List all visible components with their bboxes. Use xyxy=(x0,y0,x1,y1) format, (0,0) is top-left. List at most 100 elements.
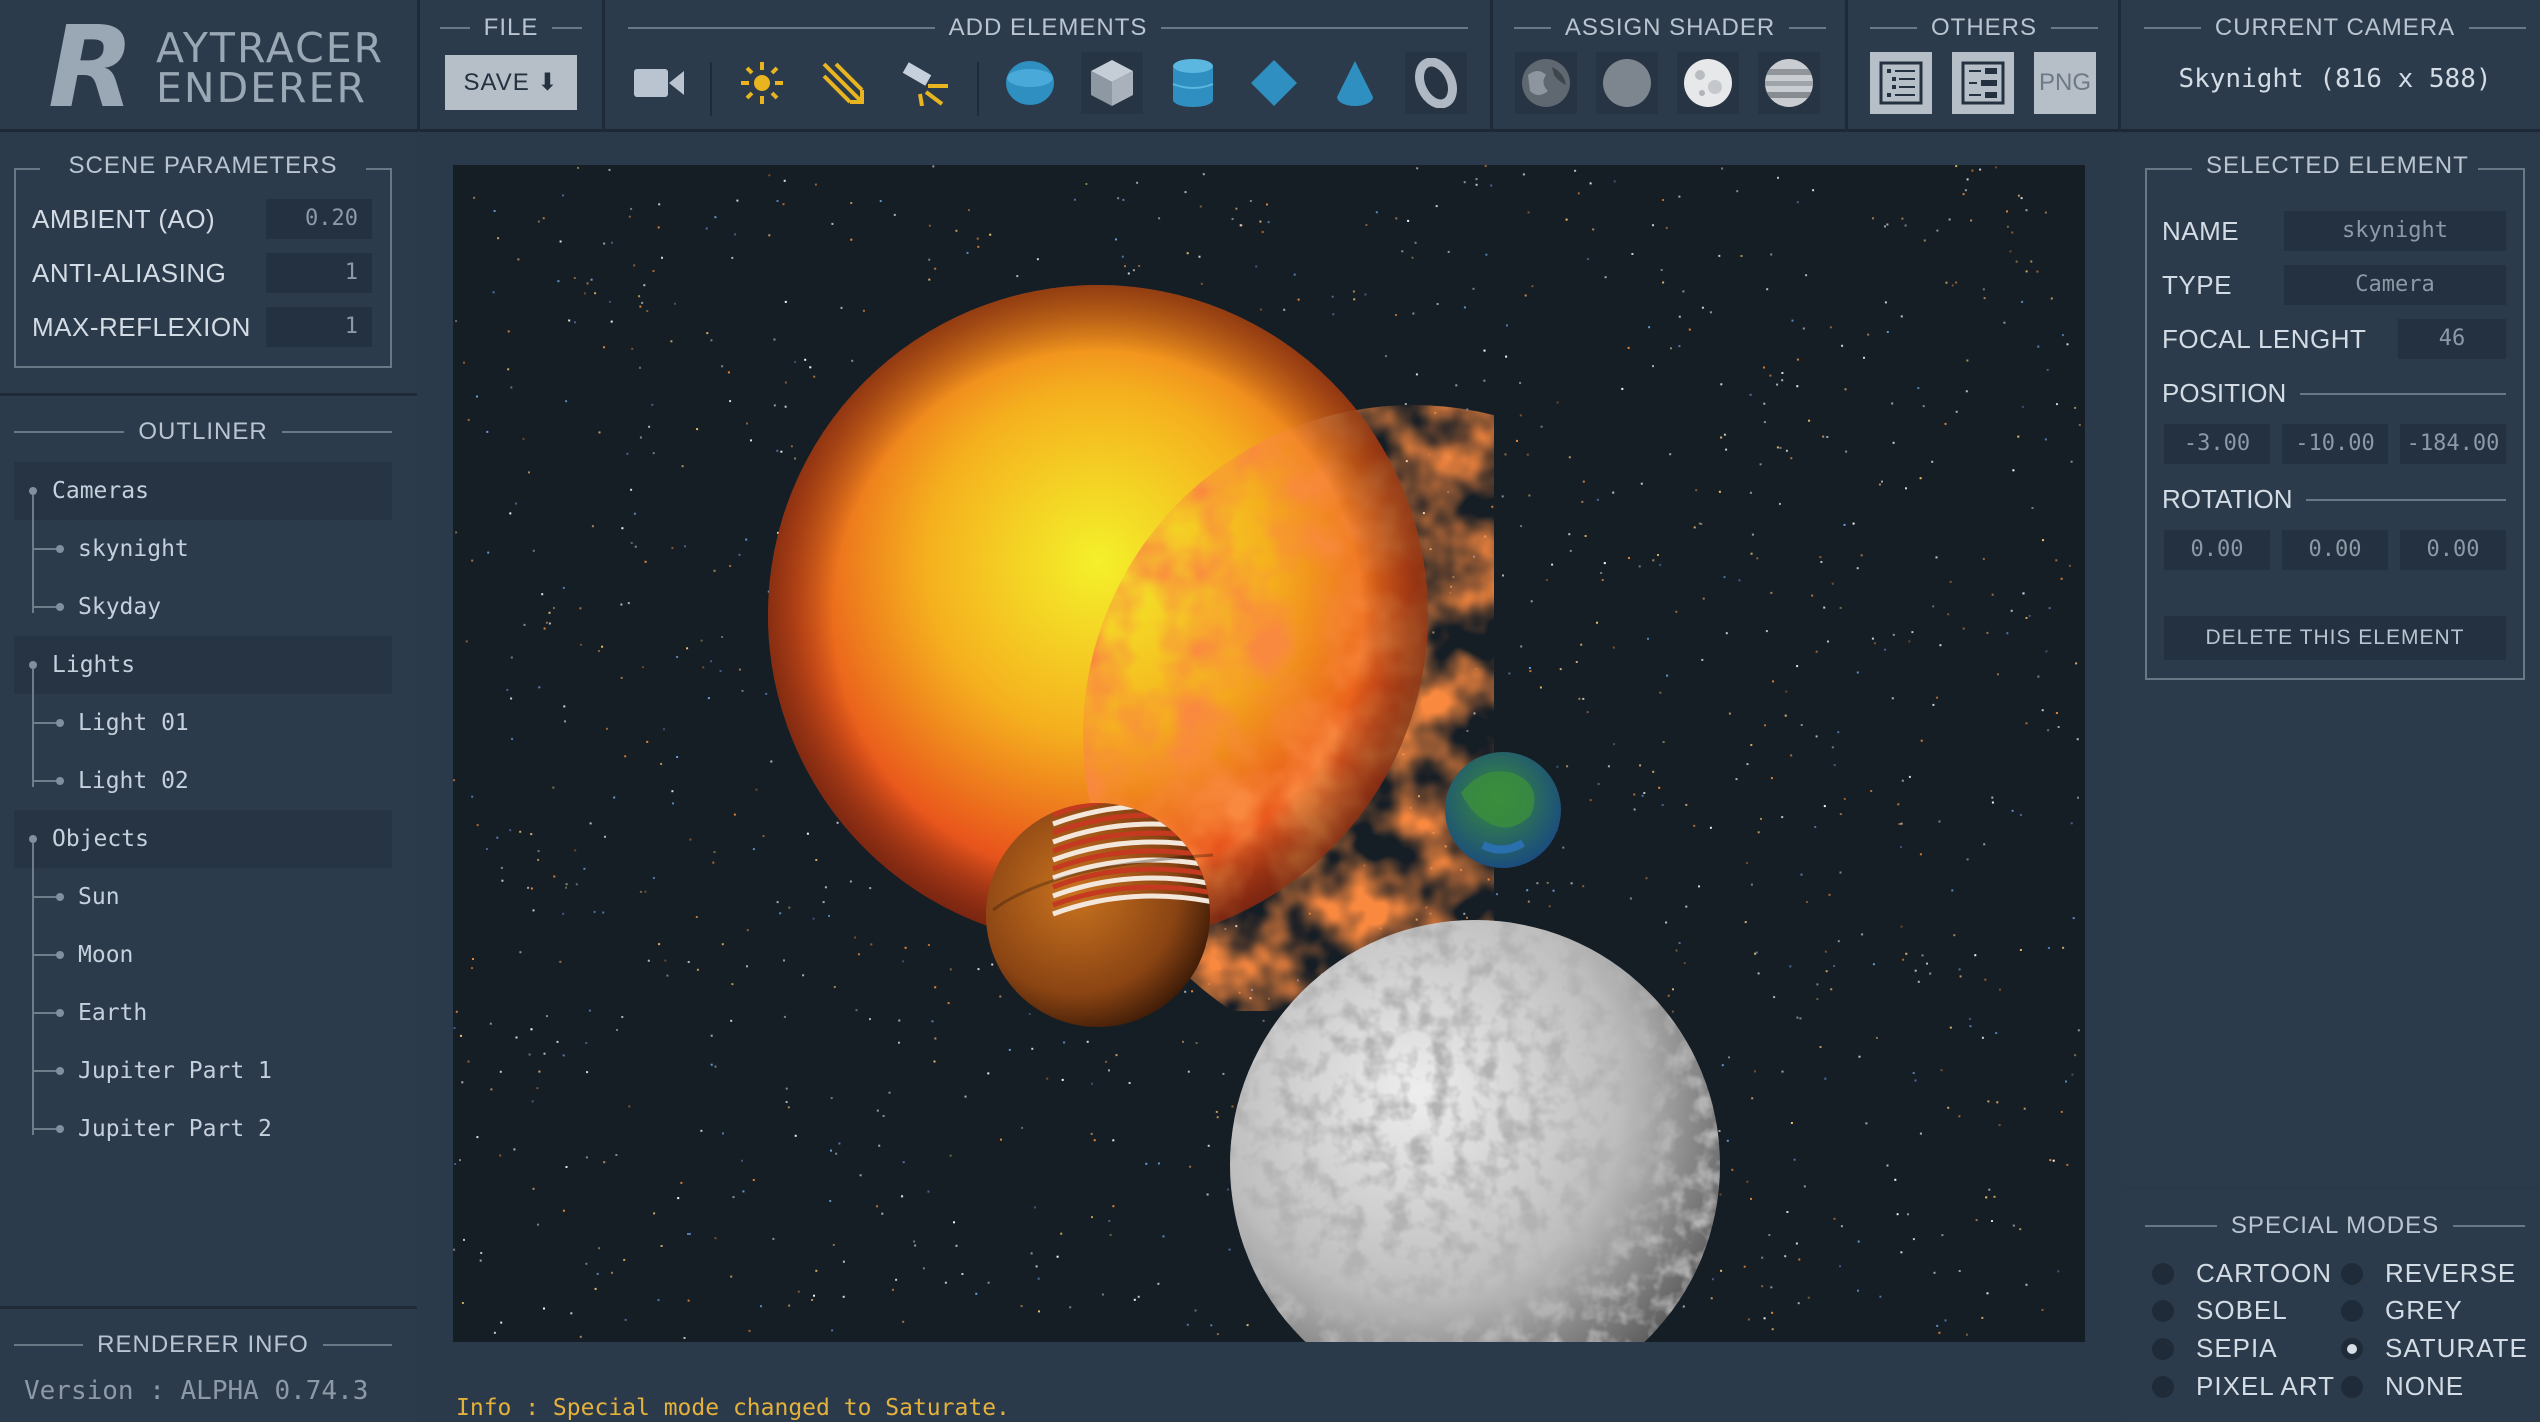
outliner-item-light-02[interactable]: Light 02 xyxy=(14,752,392,810)
add-spot-light-button[interactable] xyxy=(893,52,955,114)
mode-reverse[interactable]: REVERSE xyxy=(2341,1258,2516,1289)
point-light-icon xyxy=(741,62,783,104)
mode-grey[interactable]: GREY xyxy=(2341,1295,2463,1326)
param-ambient: AMBIENT (AO) 0.20 xyxy=(32,199,372,239)
param-max-reflexion: MAX-REFLEXION 1 xyxy=(32,307,372,347)
camera-icon xyxy=(634,69,684,97)
name-field[interactable]: skynight xyxy=(2284,211,2506,251)
current-camera-title: CURRENT CAMERA xyxy=(2144,14,2526,42)
outliner-toggle-button[interactable] xyxy=(1870,52,1932,114)
special-modes-title: SPECIAL MODES xyxy=(2145,1212,2526,1240)
outliner-group-cameras[interactable]: Cameras xyxy=(14,462,392,520)
outliner-item-moon[interactable]: Moon xyxy=(14,926,392,984)
file-section-title: FILE xyxy=(440,14,582,42)
moon-texture-icon xyxy=(1684,59,1732,107)
shader-moon-button[interactable] xyxy=(1677,52,1739,114)
focal-length-field[interactable]: 46 xyxy=(2398,319,2506,359)
rotation-z-field[interactable]: 0.00 xyxy=(2400,530,2506,570)
divider xyxy=(602,0,605,132)
save-button[interactable]: SAVE ⬇ xyxy=(445,55,577,110)
selected-element-title: SELECTED ELEMENT xyxy=(2192,152,2478,180)
type-label: TYPE xyxy=(2162,270,2232,300)
shader-jupiter-button[interactable] xyxy=(1758,52,1820,114)
add-torus-button[interactable] xyxy=(1405,52,1467,114)
add-camera-button[interactable] xyxy=(628,52,690,114)
outliner-tree: Cameras skynight Skyday Lights Light 01 … xyxy=(14,462,392,1282)
outliner-item-skyday[interactable]: Skyday xyxy=(14,578,392,636)
mode-sobel[interactable]: SOBEL xyxy=(2152,1295,2288,1326)
render-viewport[interactable] xyxy=(453,165,2085,1342)
ambient-input[interactable]: 0.20 xyxy=(266,199,372,239)
plain-texture-icon xyxy=(1603,59,1651,107)
outliner-group-lights[interactable]: Lights xyxy=(14,636,392,694)
shader-plain-button[interactable] xyxy=(1596,52,1658,114)
add-point-light-button[interactable] xyxy=(731,52,793,114)
radio-icon[interactable] xyxy=(2152,1299,2174,1322)
radio-icon[interactable] xyxy=(2341,1375,2363,1398)
mode-pixel-art[interactable]: PIXEL ART xyxy=(2152,1371,2335,1402)
outliner-item-jupiter-part-1[interactable]: Jupiter Part 1 xyxy=(14,1042,392,1100)
directional-light-icon xyxy=(822,62,864,104)
add-directional-light-button[interactable] xyxy=(812,52,874,114)
outliner-item-skynight[interactable]: skynight xyxy=(14,520,392,578)
cone-icon xyxy=(1337,61,1373,106)
param-anti-aliasing: ANTI-ALIASING 1 xyxy=(32,253,372,293)
properties-panel-icon xyxy=(1961,61,2005,105)
mode-none[interactable]: NONE xyxy=(2341,1371,2464,1402)
renderer-version: Version : ALPHA 0.74.3 xyxy=(24,1376,369,1406)
export-png-button[interactable]: PNG xyxy=(2034,52,2096,114)
outliner-group-objects[interactable]: Objects xyxy=(14,810,392,868)
cylinder-icon xyxy=(1172,59,1214,107)
renderer-info-title: RENDERER INFO xyxy=(14,1331,392,1359)
rotation-y-field[interactable]: 0.00 xyxy=(2282,530,2388,570)
position-header: POSITION xyxy=(2162,378,2506,409)
mode-sepia[interactable]: SEPIA xyxy=(2152,1333,2278,1364)
earth-sphere xyxy=(1445,752,1561,868)
sphere-icon xyxy=(1006,61,1054,105)
radio-icon[interactable] xyxy=(2152,1262,2174,1285)
outliner-item-earth[interactable]: Earth xyxy=(14,984,392,1042)
list-tree-icon xyxy=(1879,61,1923,105)
anti-aliasing-input[interactable]: 1 xyxy=(266,253,372,293)
radio-icon[interactable] xyxy=(2341,1299,2363,1322)
radio-icon[interactable] xyxy=(2341,1337,2363,1360)
rendered-scene xyxy=(453,165,2085,1342)
outliner-item-jupiter-part-2[interactable]: Jupiter Part 2 xyxy=(14,1100,392,1158)
scene-parameters-title: SCENE PARAMETERS xyxy=(40,152,366,180)
position-x-field[interactable]: -3.00 xyxy=(2164,424,2270,464)
divider xyxy=(417,0,420,132)
add-diamond-button[interactable] xyxy=(1243,52,1305,114)
outliner-item-sun[interactable]: Sun xyxy=(14,868,392,926)
diamond-icon xyxy=(1251,60,1297,106)
radio-icon[interactable] xyxy=(2152,1375,2174,1398)
type-field: Camera xyxy=(2284,265,2506,305)
cube-icon xyxy=(1091,60,1133,106)
name-label: NAME xyxy=(2162,216,2240,246)
divider xyxy=(1845,0,1848,132)
assign-shader-title: ASSIGN SHADER xyxy=(1514,14,1827,42)
radio-icon[interactable] xyxy=(2152,1337,2174,1360)
properties-toggle-button[interactable] xyxy=(1952,52,2014,114)
focal-length-label: FOCAL LENGHT xyxy=(2162,324,2367,354)
mode-saturate[interactable]: SATURATE xyxy=(2341,1333,2528,1364)
position-y-field[interactable]: -10.00 xyxy=(2282,424,2388,464)
rotation-x-field[interactable]: 0.00 xyxy=(2164,530,2270,570)
radio-icon[interactable] xyxy=(2341,1262,2363,1285)
add-cylinder-button[interactable] xyxy=(1162,52,1224,114)
outliner-item-light-01[interactable]: Light 01 xyxy=(14,694,392,752)
status-bar: Info : Special mode changed to Saturate. xyxy=(456,1395,1010,1421)
rotation-header: ROTATION xyxy=(2162,484,2506,515)
add-sphere-button[interactable] xyxy=(999,52,1061,114)
mode-cartoon[interactable]: CARTOON xyxy=(2152,1258,2332,1289)
logo-line2: ENDERER xyxy=(156,64,367,112)
spot-light-icon xyxy=(902,62,948,106)
earth-texture-icon xyxy=(1522,59,1570,107)
shader-earth-button[interactable] xyxy=(1515,52,1577,114)
delete-element-button[interactable]: DELETE THIS ELEMENT xyxy=(2164,616,2506,660)
add-cone-button[interactable] xyxy=(1324,52,1386,114)
outliner-title: OUTLINER xyxy=(14,418,393,446)
position-z-field[interactable]: -184.00 xyxy=(2400,424,2506,464)
logo-letter: R xyxy=(48,3,135,133)
max-reflexion-input[interactable]: 1 xyxy=(266,307,372,347)
add-cube-button[interactable] xyxy=(1081,52,1143,114)
